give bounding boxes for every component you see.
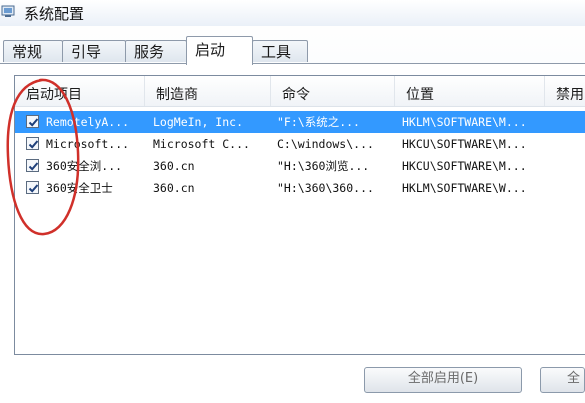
startup-items-list[interactable]: 启动项目 制造商 命令 位置 禁用 RemotelyA... LogMeIn, … [14, 75, 585, 355]
tab-services[interactable]: 服务 [125, 40, 187, 62]
table-row[interactable]: 360安全卫士 360.cn "H:\360\360... HKLM\SOFTW… [15, 177, 585, 199]
system-config-icon [1, 4, 15, 18]
check-icon [28, 162, 39, 171]
column-startup-item[interactable]: 启动项目 [15, 76, 145, 106]
enable-all-button[interactable]: 全部启用(E) [364, 367, 522, 393]
check-icon [28, 140, 39, 149]
row-checkbox[interactable] [26, 159, 39, 172]
cell-item: 360安全浏... [46, 159, 123, 173]
column-disabled[interactable]: 禁用 [545, 76, 585, 106]
cell-command: C:\windows\... [277, 137, 374, 151]
cell-command: "H:\360\360... [277, 181, 374, 195]
table-row[interactable]: Microsoft... Microsoft C... C:\windows\.… [15, 133, 585, 155]
column-command[interactable]: 命令 [271, 76, 395, 106]
tab-boot[interactable]: 引导 [62, 40, 126, 62]
cell-location: HKCU\SOFTWARE\M... [402, 159, 527, 173]
table-row[interactable]: 360安全浏... 360.cn "H:\360浏览... HKCU\SOFTW… [15, 155, 585, 177]
title-bar: 系统配置 [0, 0, 585, 26]
cell-location: HKLM\SOFTWARE\M... [402, 115, 527, 129]
tab-strip: 常规 引导 服务 启动 工具 [0, 36, 585, 65]
row-checkbox[interactable] [26, 115, 39, 128]
list-header: 启动项目 制造商 命令 位置 禁用 [15, 76, 585, 107]
tab-tools[interactable]: 工具 [252, 40, 308, 62]
cell-location: HKLM\SOFTWARE\W... [402, 181, 527, 195]
check-icon [28, 184, 39, 193]
row-checkbox[interactable] [26, 137, 39, 150]
cell-item: 360安全卫士 [46, 181, 113, 195]
check-icon [28, 118, 39, 127]
startup-panel: 启动项目 制造商 命令 位置 禁用 RemotelyA... LogMeIn, … [0, 63, 585, 403]
cell-maker: 360.cn [153, 181, 195, 195]
window-title: 系统配置 [24, 5, 85, 23]
cell-maker: Microsoft C... [153, 137, 250, 151]
cell-item: RemotelyA... [46, 115, 130, 129]
cell-maker: 360.cn [153, 159, 195, 173]
column-manufacturer[interactable]: 制造商 [145, 76, 271, 106]
disable-all-button[interactable]: 全 [540, 367, 585, 393]
column-location[interactable]: 位置 [395, 76, 545, 106]
cell-command: "H:\360浏览... [277, 159, 370, 173]
cell-location: HKCU\SOFTWARE\M... [402, 137, 527, 151]
tab-startup[interactable]: 启动 [186, 36, 253, 65]
table-row[interactable]: RemotelyA... LogMeIn, Inc. "F:\系统之... HK… [15, 111, 585, 133]
cell-command: "F:\系统之... [277, 115, 360, 129]
cell-maker: LogMeIn, Inc. [153, 115, 244, 129]
cell-item: Microsoft... [46, 137, 130, 151]
tab-general[interactable]: 常规 [3, 40, 63, 62]
row-checkbox[interactable] [26, 181, 39, 194]
